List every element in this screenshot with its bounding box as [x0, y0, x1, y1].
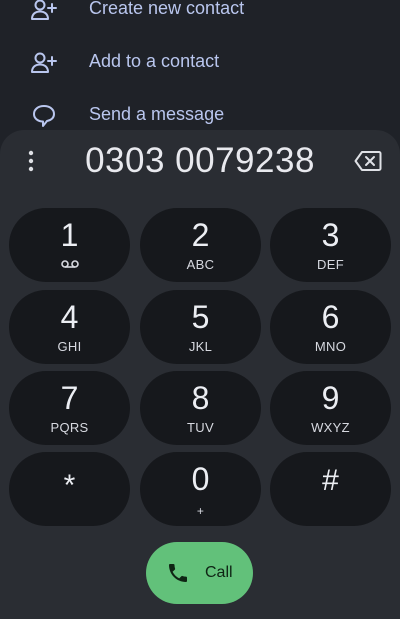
- key-digit: 4: [60, 299, 79, 335]
- key-letters: DEF: [317, 257, 344, 272]
- message-bubble-icon: [33, 105, 55, 127]
- backspace-icon[interactable]: [354, 149, 382, 173]
- key-hash[interactable]: #: [270, 452, 391, 526]
- dialer-screen: Create new contact Add to a contact Send…: [0, 0, 400, 619]
- key-7[interactable]: 7 PQRS: [9, 371, 130, 445]
- key-digit: 2: [191, 217, 210, 253]
- key-1[interactable]: 1: [9, 208, 130, 282]
- key-5[interactable]: 5 JKL: [140, 290, 261, 364]
- key-digit: 3: [321, 217, 340, 253]
- call-label: Call: [205, 564, 233, 581]
- suggested-actions: Create new contact Add to a contact Send…: [0, 0, 400, 140]
- key-digit: 7: [60, 380, 79, 416]
- person-add-icon: [31, 52, 57, 73]
- key-2[interactable]: 2 ABC: [140, 208, 261, 282]
- key-letters: +: [196, 504, 205, 518]
- dialed-number-field[interactable]: 0303 0079238: [60, 140, 340, 182]
- key-3[interactable]: 3 DEF: [270, 208, 391, 282]
- key-6[interactable]: 6 MNO: [270, 290, 391, 364]
- create-new-contact-action[interactable]: Create new contact: [0, 0, 400, 36]
- key-star[interactable]: *: [9, 452, 130, 526]
- key-digit: 9: [321, 380, 340, 416]
- voicemail-icon: [60, 260, 79, 268]
- key-letters: PQRS: [50, 420, 89, 435]
- key-letters: MNO: [314, 339, 347, 354]
- call-button[interactable]: Call: [146, 542, 253, 604]
- phone-icon: [169, 564, 187, 582]
- key-digit: 8: [191, 380, 210, 416]
- key-letters: WXYZ: [311, 420, 350, 435]
- key-digit: #: [322, 464, 339, 497]
- action-label: Add to a contact: [89, 51, 220, 71]
- key-4[interactable]: 4 GHI: [9, 290, 130, 364]
- key-digit: 6: [321, 299, 340, 335]
- more-vertical-icon[interactable]: [18, 148, 44, 174]
- add-to-contact-action[interactable]: Add to a contact: [0, 37, 400, 89]
- key-digit: 0: [191, 461, 210, 497]
- key-9[interactable]: 9 WXYZ: [270, 371, 391, 445]
- key-letters: ABC: [186, 257, 215, 272]
- dialpad-sheet: 0303 0079238 1 2 ABC 3 DEF 4 GHI 5 JKL 6…: [0, 130, 400, 619]
- action-label: Create new contact: [89, 0, 245, 18]
- key-letters: JKL: [188, 339, 213, 354]
- key-letters: GHI: [57, 339, 82, 354]
- action-label: Send a message: [89, 104, 225, 124]
- key-0[interactable]: 0 +: [140, 452, 261, 526]
- key-digit: 5: [191, 299, 210, 335]
- key-digit: 1: [60, 217, 79, 253]
- key-letters: TUV: [187, 420, 214, 435]
- key-digit: *: [63, 469, 76, 502]
- key-8[interactable]: 8 TUV: [140, 371, 261, 445]
- person-add-icon: [31, 0, 57, 20]
